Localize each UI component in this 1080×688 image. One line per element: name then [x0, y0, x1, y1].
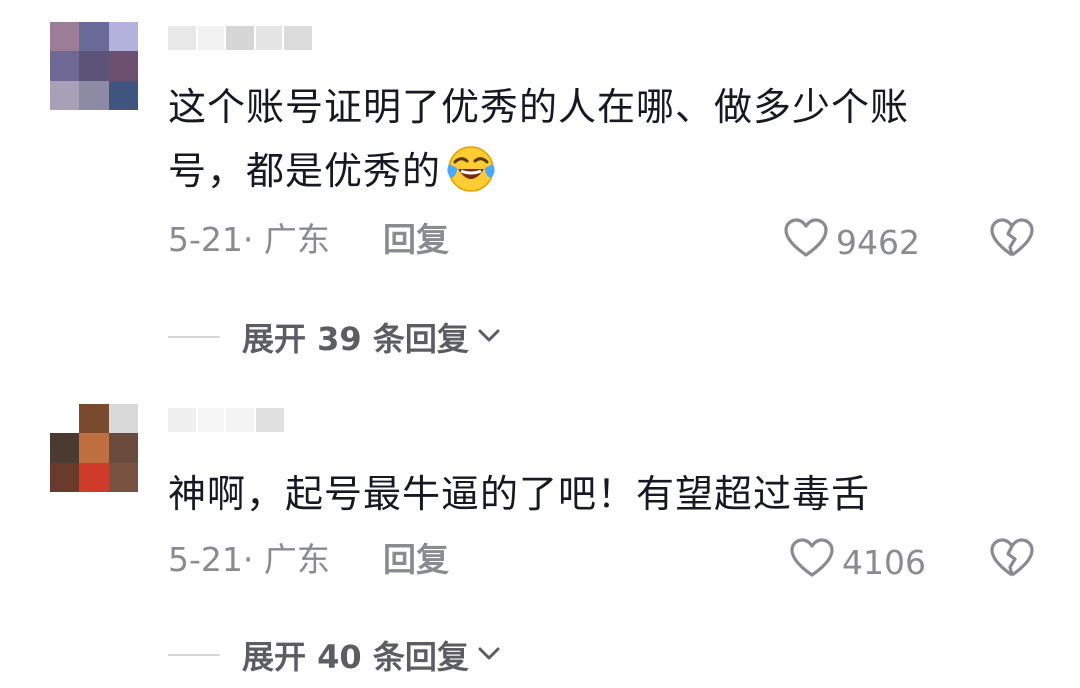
divider — [168, 654, 220, 656]
chevron-down-icon — [475, 321, 503, 353]
reply-button[interactable]: 回复 — [383, 540, 449, 580]
dislike-button[interactable] — [990, 538, 1034, 582]
broken-heart-icon — [990, 218, 1034, 262]
expand-replies-label: 展开 39 条回复 — [242, 320, 469, 358]
broken-heart-icon — [990, 538, 1034, 582]
like-count: 4106 — [842, 542, 926, 582]
like-count: 9462 — [836, 222, 920, 262]
heart-icon — [790, 538, 834, 586]
expand-replies-button[interactable]: 展开 40 条回复 — [168, 632, 503, 678]
chevron-down-icon — [475, 639, 503, 671]
comment-text: 这个账号证明了优秀的人在哪、做多少个账 号，都是优秀的 — [168, 85, 910, 194]
like-button[interactable]: 9462 — [784, 218, 920, 266]
like-button[interactable]: 4106 — [790, 538, 926, 586]
face-with-tears-of-joy-icon — [445, 142, 497, 194]
username[interactable] — [168, 408, 288, 432]
comment-meta: 5-21· 广东 — [168, 540, 330, 579]
reply-button[interactable]: 回复 — [383, 220, 449, 260]
comment-text: 神啊，起号最牛逼的了吧！有望超过毒舌 — [168, 472, 871, 516]
expand-replies-label: 展开 40 条回复 — [242, 638, 469, 676]
avatar[interactable] — [50, 22, 138, 110]
comment-meta: 5-21· 广东 — [168, 220, 330, 259]
expand-replies-button[interactable]: 展开 39 条回复 — [168, 314, 503, 360]
divider — [168, 336, 220, 338]
dislike-button[interactable] — [990, 218, 1034, 262]
heart-icon — [784, 218, 828, 266]
username[interactable] — [168, 26, 318, 50]
